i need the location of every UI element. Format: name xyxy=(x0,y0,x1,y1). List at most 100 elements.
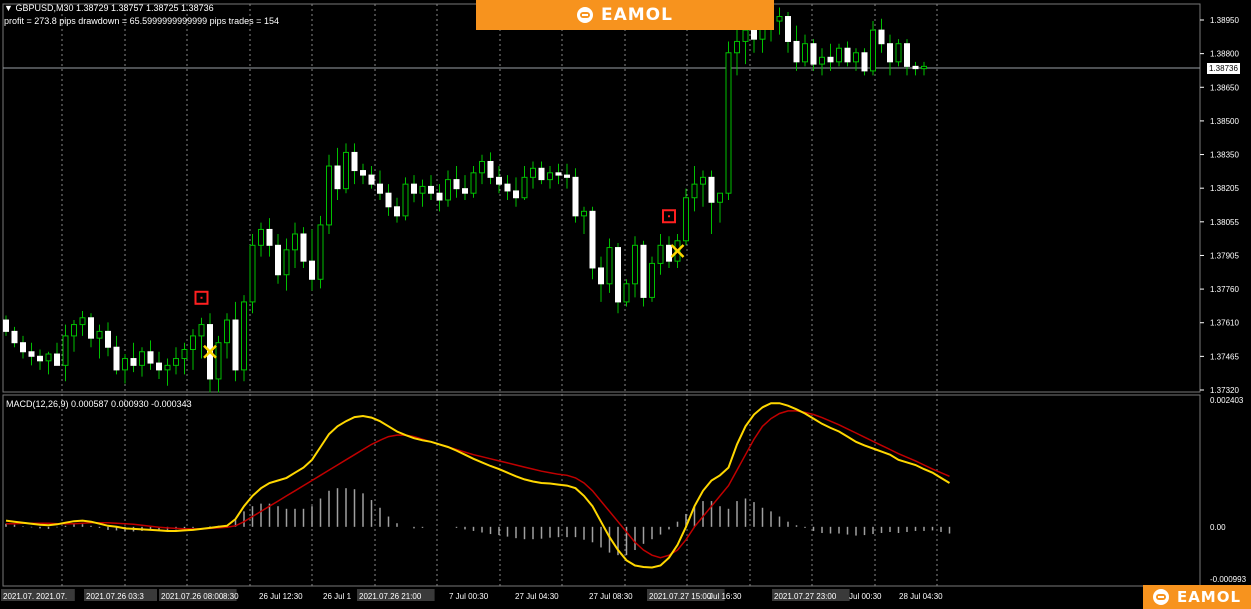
candle-bear xyxy=(793,40,800,63)
candle-bear xyxy=(615,247,621,303)
symbol-quote: ▼ GBPUSD,M30 1.38729 1.38757 1.38725 1.3… xyxy=(4,3,214,13)
candle-bull xyxy=(742,29,749,42)
brand-banner-top: EAMOL xyxy=(476,0,774,30)
collapse-triangle-icon[interactable]: ▼ xyxy=(4,3,13,13)
candle-bear xyxy=(504,183,511,192)
candle-bear xyxy=(785,16,791,42)
candle-bear xyxy=(28,351,35,357)
candle-bull xyxy=(96,330,103,339)
price-tick-label: 1.37760 xyxy=(1210,285,1239,294)
candle-bear xyxy=(844,47,851,63)
candle-bear xyxy=(904,43,910,67)
candle-bull xyxy=(343,151,349,190)
candle-bull xyxy=(530,167,536,178)
candle-bull xyxy=(198,324,205,337)
candle-bear xyxy=(666,244,672,262)
macd-label: MACD(12,26,9) 0.000587 0.000930 -0.00034… xyxy=(6,399,192,409)
macd-panel-frame xyxy=(2,394,1201,587)
candle-bull xyxy=(725,52,732,194)
current-price-tag: 1.38736 xyxy=(1207,63,1240,74)
candle-bull xyxy=(62,335,69,366)
price-tick-label: 1.37610 xyxy=(1210,319,1239,328)
macd-axis-label: -0.000993 xyxy=(1210,575,1247,584)
candle-bull xyxy=(649,262,655,298)
candle-bear xyxy=(300,233,307,262)
candle-bull xyxy=(45,353,52,362)
candle-bear xyxy=(385,192,392,208)
candle-bull xyxy=(317,224,324,280)
candle-bull xyxy=(547,172,553,181)
brand-name: EAMOL xyxy=(601,5,673,25)
candle-bear xyxy=(751,29,757,40)
candle-bull xyxy=(326,165,332,226)
candle-bear xyxy=(156,362,162,371)
time-tick-label: 28 Jul 04:30 xyxy=(899,592,943,601)
candle-bull xyxy=(802,43,808,63)
time-tick-label: 8:30 xyxy=(223,592,239,601)
candle-bear xyxy=(37,355,43,362)
price-tick-label: 1.37905 xyxy=(1210,251,1239,260)
candle-bull xyxy=(419,185,426,194)
candle-bull xyxy=(521,176,528,199)
candle-bull xyxy=(776,16,783,22)
time-tick-label: 26 Jul 12:30 xyxy=(259,592,303,601)
candle-bull xyxy=(241,301,247,371)
time-tick-label: 2021.07.26 21:00 xyxy=(359,592,422,601)
macd-axis-label: 0.00 xyxy=(1210,523,1226,532)
time-tick-label: 2021.07.27 23:00 xyxy=(774,592,837,601)
time-tick-label: Jul 00:30 xyxy=(849,592,882,601)
candle-bull xyxy=(173,358,179,366)
candle-bear xyxy=(334,165,341,190)
candle-bull xyxy=(402,183,409,217)
candle-bull xyxy=(921,65,927,70)
candle-bull xyxy=(683,197,689,242)
candle-bull xyxy=(164,364,171,371)
macd-axis-label: 0.002403 xyxy=(1210,396,1244,405)
candle-bull xyxy=(836,47,842,63)
price-chart[interactable]: 1.38950 1.38800 1.38650 1.38500 1.38350 1.382… xyxy=(0,0,1251,609)
candle-bear xyxy=(538,167,545,181)
candle-bull xyxy=(581,210,587,217)
candle-bear xyxy=(462,188,468,194)
candle-bull xyxy=(470,172,477,194)
candle-bear xyxy=(368,174,375,185)
candle-bear xyxy=(360,170,366,176)
main-panel-frame xyxy=(2,3,1201,393)
candle-bear xyxy=(564,174,570,178)
candle-bull xyxy=(181,348,188,360)
candle-bear xyxy=(572,176,579,217)
robot-logo-icon xyxy=(577,7,593,23)
candle-bear xyxy=(428,185,434,194)
candle-bear xyxy=(377,183,383,194)
candle-bear xyxy=(598,267,604,285)
macd-main-line xyxy=(5,402,951,569)
quote-text: GBPUSD,M30 1.38729 1.38757 1.38725 1.387… xyxy=(15,3,214,13)
time-tick-label: 2021.07.26 03:3 xyxy=(86,592,144,601)
candle-bull xyxy=(79,317,86,326)
robot-logo-icon xyxy=(1152,589,1169,605)
candle-bull xyxy=(224,319,230,344)
time-tick-label: 26 Jul 1 xyxy=(323,592,352,601)
candle-bull xyxy=(819,56,825,65)
price-tick-label: 1.38350 xyxy=(1210,151,1239,160)
candle-bear xyxy=(351,151,358,172)
candle-bull xyxy=(606,247,613,285)
time-tick-label: Jul 16:30 xyxy=(709,592,742,601)
time-tick-label: 27 Jul 04:30 xyxy=(515,592,559,601)
candle-bull xyxy=(190,335,196,350)
candle-bull xyxy=(139,351,145,366)
candle-bull xyxy=(895,43,902,63)
brand-banner-bottom: EAMOL xyxy=(1143,585,1251,609)
time-tick-label: 27 Jul 08:30 xyxy=(589,592,633,601)
time-tick-label: 2021.07. xyxy=(3,592,34,601)
candle-bear xyxy=(232,319,239,371)
candle-bear xyxy=(861,52,868,72)
price-tick-label: 1.37320 xyxy=(1210,386,1239,395)
candle-bear xyxy=(555,172,562,176)
time-tick-label: 2021.07. xyxy=(36,592,67,601)
price-tick-label: 1.38650 xyxy=(1210,83,1239,92)
candle-bear xyxy=(411,183,417,194)
candle-bear xyxy=(878,29,885,45)
trade-entry-dot xyxy=(668,215,670,218)
candle-bear xyxy=(113,346,120,371)
